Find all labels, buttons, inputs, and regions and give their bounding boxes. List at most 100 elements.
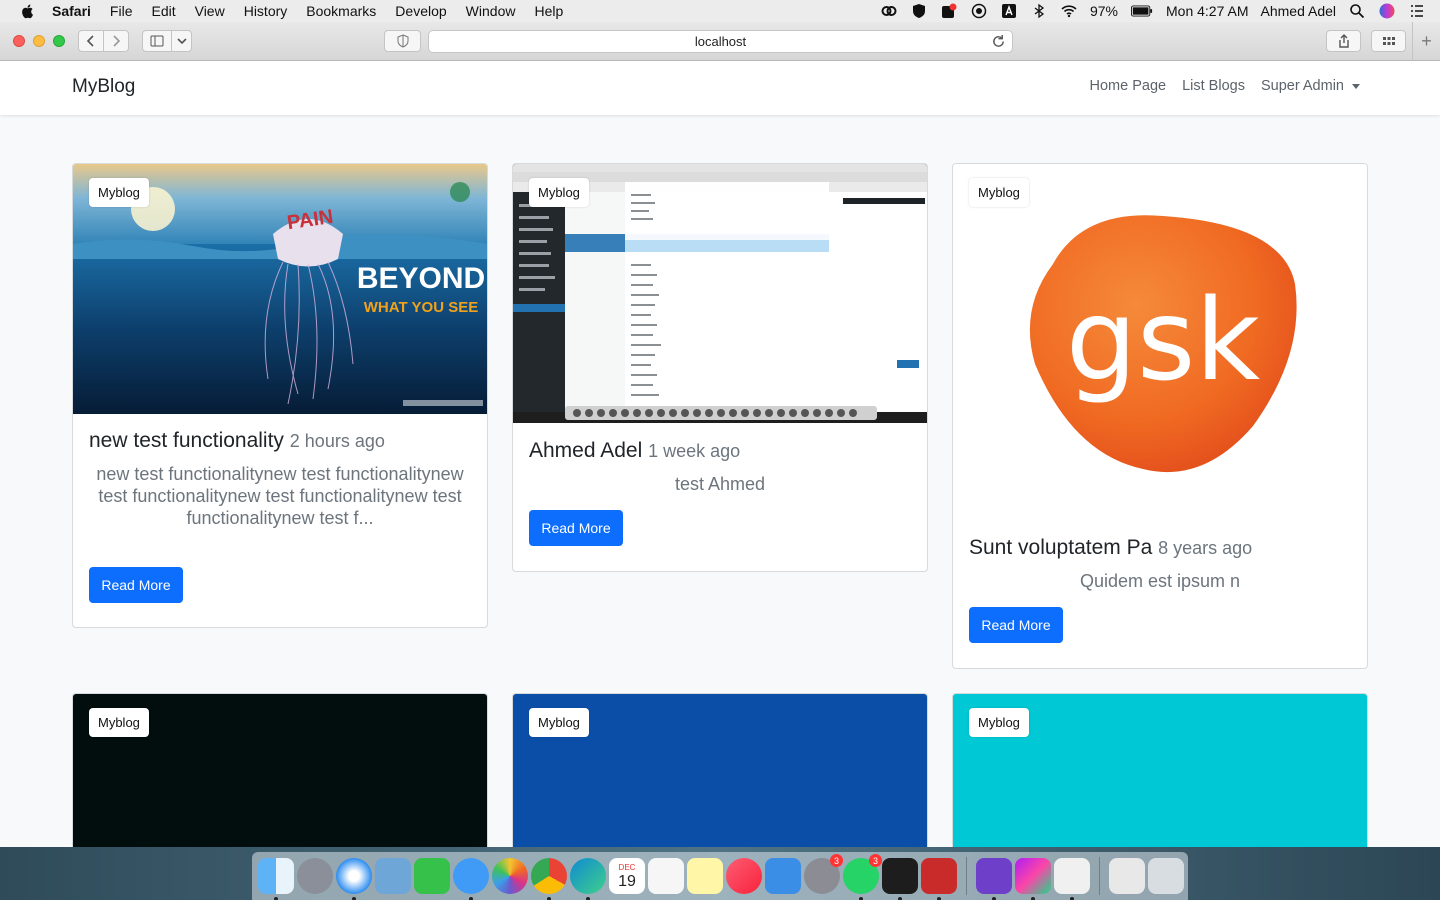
chevron-down-icon [176,38,187,45]
terminal-icon[interactable] [882,858,918,900]
reminders-icon[interactable] [648,858,684,894]
siri-icon[interactable] [1378,3,1396,19]
blog-card-title: new test functionality 2 hours ago [89,429,385,453]
privacy-shield-icon [397,34,408,48]
window-zoom-button[interactable] [53,35,65,47]
blog-title[interactable]: Ahmed Adel [529,439,642,462]
menu-edit[interactable]: Edit [151,3,175,19]
system-preferences-icon[interactable]: 3 [804,854,843,894]
whatsapp-icon[interactable]: 3 [843,854,882,900]
blog-excerpt: Quidem est ipsum n [1079,571,1241,591]
wifi-icon[interactable] [1060,3,1078,19]
tab-group-menu-button[interactable] [171,30,192,52]
blog-time: 1 week ago [648,441,741,461]
blog-excerpt: test Ahmed [674,474,766,494]
window-close-button[interactable] [13,35,25,47]
menu-file[interactable]: File [110,3,133,19]
read-more-button[interactable]: Read More [529,510,623,546]
facetime-icon[interactable] [414,858,450,894]
gsk-logo-image: gsk [1029,215,1297,473]
battery-icon[interactable] [1130,3,1154,19]
textedit-icon[interactable] [1054,858,1090,900]
caret-down-icon [1352,83,1360,89]
new-tab-button[interactable]: + [1412,22,1440,61]
launchpad-icon[interactable] [297,858,333,894]
bluetooth-icon[interactable] [1030,3,1048,19]
address-bar[interactable]: localhost [428,30,1013,53]
menu-history[interactable]: History [244,3,288,19]
grid-icon [1382,37,1395,45]
record-icon[interactable] [970,3,988,19]
sql-file-icon[interactable] [1109,858,1145,894]
blog-time: 2 hours ago [289,431,385,451]
nav-list-blogs-link[interactable]: List Blogs [1182,78,1245,94]
notification-app-icon[interactable] [940,3,958,19]
plus-icon: + [1421,31,1432,51]
nav-links: Home Page List Blogs Super Admin [1090,78,1360,94]
menu-view[interactable]: View [195,3,225,19]
blog-card: gsk Myblog Sunt voluptatem Pa 8 years ag… [952,163,1368,669]
calendar-icon[interactable]: DEC 19 [609,858,645,894]
menu-bookmarks[interactable]: Bookmarks [306,3,376,19]
tab-overview-button[interactable] [1371,30,1406,52]
web-page: MyBlog Home Page List Blogs Super Admin [0,61,1440,847]
menu-help[interactable]: Help [534,3,563,19]
settings-badge: 3 [830,854,843,867]
phpstorm-icon[interactable] [1015,858,1051,900]
nav-home-link[interactable]: Home Page [1090,78,1167,94]
reload-icon[interactable] [991,34,1006,49]
nav-admin-label: Super Admin [1260,78,1344,94]
dock-separator [966,857,967,895]
read-more-button[interactable]: Read More [89,567,183,603]
category-badge: Myblog [529,178,589,207]
edge-icon[interactable] [570,858,606,900]
menu-window[interactable]: Window [466,3,516,19]
privacy-report-button[interactable] [384,30,421,52]
category-badge: Myblog [89,178,149,207]
github-desktop-icon[interactable] [976,858,1012,900]
calendar-month: DEC [618,863,636,872]
input-source-icon[interactable] [1000,3,1018,19]
safari-icon[interactable] [336,858,372,900]
music-icon[interactable] [726,858,762,894]
messages-icon[interactable] [453,858,489,900]
database-app-icon[interactable] [921,858,957,900]
creative-cloud-icon[interactable] [880,3,898,19]
blog-card: Myblog [512,693,928,847]
menu-user[interactable]: Ahmed Adel [1261,3,1337,19]
read-more-button[interactable]: Read More [969,607,1063,643]
sidebar-toggle-button[interactable] [142,30,172,52]
blog-title[interactable]: Sunt voluptatem Pa [969,536,1152,559]
shield-icon[interactable] [910,3,928,19]
share-button[interactable] [1326,30,1361,52]
photos-icon[interactable] [492,858,528,894]
window-minimize-button[interactable] [33,35,45,47]
battery-percentage: 97% [1089,3,1118,19]
apple-icon[interactable] [20,3,36,19]
blog-title[interactable]: new test functionality [89,429,284,452]
blog-card: Myblog [952,693,1368,847]
back-button[interactable] [78,30,104,52]
keynote-icon[interactable] [765,858,801,894]
blog-card: Myblog Ahmed Adel 1 week ago test Ahmed … [512,163,928,572]
blog-card-image: gsk [953,164,1367,510]
site-navbar: MyBlog Home Page List Blogs Super Admin [0,61,1440,115]
notification-center-icon[interactable] [1408,3,1426,19]
finder-icon[interactable] [258,858,294,900]
nav-admin-dropdown[interactable]: Super Admin [1261,78,1360,94]
menu-app-name[interactable]: Safari [52,3,91,19]
preview-icon[interactable] [375,858,411,894]
menu-develop[interactable]: Develop [395,3,446,19]
category-badge: Myblog [969,708,1029,737]
notes-icon[interactable] [687,858,723,894]
blog-card: BEYOND WHAT YOU SEE PAIN Myblog new test… [72,163,488,628]
dock-separator [1099,857,1100,895]
site-brand[interactable]: MyBlog [72,76,135,98]
image-text-tagline: WHAT YOU SEE [364,299,478,316]
forward-button[interactable] [103,30,129,52]
trash-icon[interactable] [1148,858,1184,894]
menu-clock[interactable]: Mon 4:27 AM [1166,3,1249,19]
chrome-icon[interactable] [531,858,567,900]
spotlight-search-icon[interactable] [1348,3,1366,19]
chevron-right-icon [113,35,121,47]
